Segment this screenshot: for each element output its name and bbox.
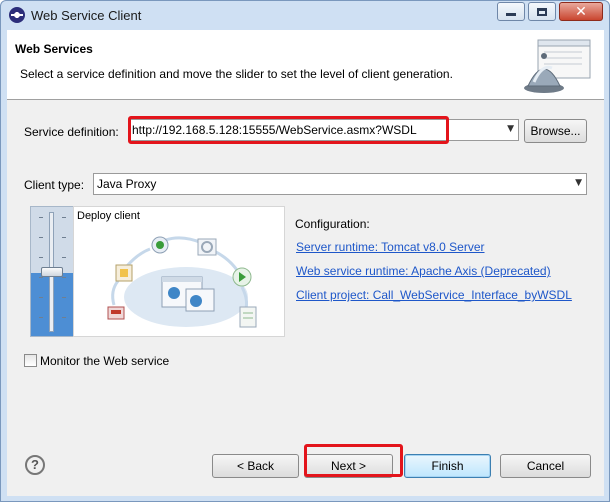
- client-type-value: Java Proxy: [97, 177, 157, 191]
- slider-tick: [39, 317, 43, 318]
- service-definition-highlight: [128, 116, 449, 144]
- client-generation-slider[interactable]: [30, 206, 75, 337]
- help-icon[interactable]: ?: [25, 455, 45, 475]
- client-project-link[interactable]: Client project: Call_WebService_Interfac…: [296, 288, 572, 302]
- window-title: Web Service Client: [31, 8, 142, 23]
- service-bell-icon: [524, 39, 591, 93]
- eclipse-app-icon: [9, 7, 25, 23]
- slider-thumb[interactable]: [41, 267, 63, 277]
- minimize-button[interactable]: [497, 2, 525, 21]
- close-icon: ✕: [575, 3, 587, 20]
- run-icon: [232, 267, 252, 287]
- client-stage-label: Deploy client: [77, 210, 140, 222]
- slider-tick: [62, 217, 66, 218]
- configuration-heading: Configuration:: [295, 217, 370, 231]
- slider-tick: [62, 297, 66, 298]
- client-generation-diagram: [107, 236, 257, 328]
- minimize-icon: [506, 13, 516, 16]
- back-button[interactable]: < Back: [212, 454, 299, 478]
- slider-tick: [62, 277, 66, 278]
- service-definition-label: Service definition:: [24, 125, 119, 139]
- develop-icon: [115, 264, 133, 282]
- maximize-icon: [537, 7, 547, 16]
- finish-button[interactable]: Finish: [404, 454, 491, 478]
- cancel-button[interactable]: Cancel: [500, 454, 591, 478]
- client-stage-preview: Deploy client: [73, 206, 285, 337]
- monitor-checkbox[interactable]: [24, 354, 37, 367]
- server-runtime-link[interactable]: Server runtime: Tomcat v8.0 Server: [296, 240, 485, 254]
- close-button[interactable]: ✕: [559, 2, 603, 21]
- chevron-down-icon[interactable]: ▼: [575, 178, 582, 188]
- monitor-label[interactable]: Monitor the Web service: [40, 354, 169, 368]
- slider-tick: [62, 317, 66, 318]
- client-type-label: Client type:: [24, 178, 85, 192]
- dialog-window: Web Service Client ✕ Web Services Select…: [0, 0, 610, 502]
- slider-tick: [62, 257, 66, 258]
- slider-tick: [39, 237, 43, 238]
- install-icon: [107, 306, 125, 320]
- wizard-header: Web Services Select a service definition…: [7, 30, 604, 100]
- maximize-button[interactable]: [528, 2, 556, 21]
- slider-tick: [39, 257, 43, 258]
- client-type-select[interactable]: Java Proxy ▼: [93, 173, 587, 195]
- page-description: Select a service definition and move the…: [20, 67, 453, 81]
- slider-tick: [39, 277, 43, 278]
- assemble-icon: [197, 238, 217, 256]
- page-title: Web Services: [15, 42, 93, 56]
- browse-button[interactable]: Browse...: [524, 119, 587, 143]
- chevron-down-icon[interactable]: ▼: [507, 124, 514, 134]
- dialog-body: Web Services Select a service definition…: [7, 30, 604, 496]
- slider-tick: [39, 297, 43, 298]
- start-icon: [151, 236, 169, 254]
- title-bar[interactable]: Web Service Client ✕: [1, 1, 609, 29]
- next-button-highlight: [304, 444, 403, 477]
- slider-tick: [39, 217, 43, 218]
- web-service-runtime-link[interactable]: Web service runtime: Apache Axis (Deprec…: [296, 264, 551, 278]
- test-icon: [239, 306, 257, 328]
- slider-tick: [62, 237, 66, 238]
